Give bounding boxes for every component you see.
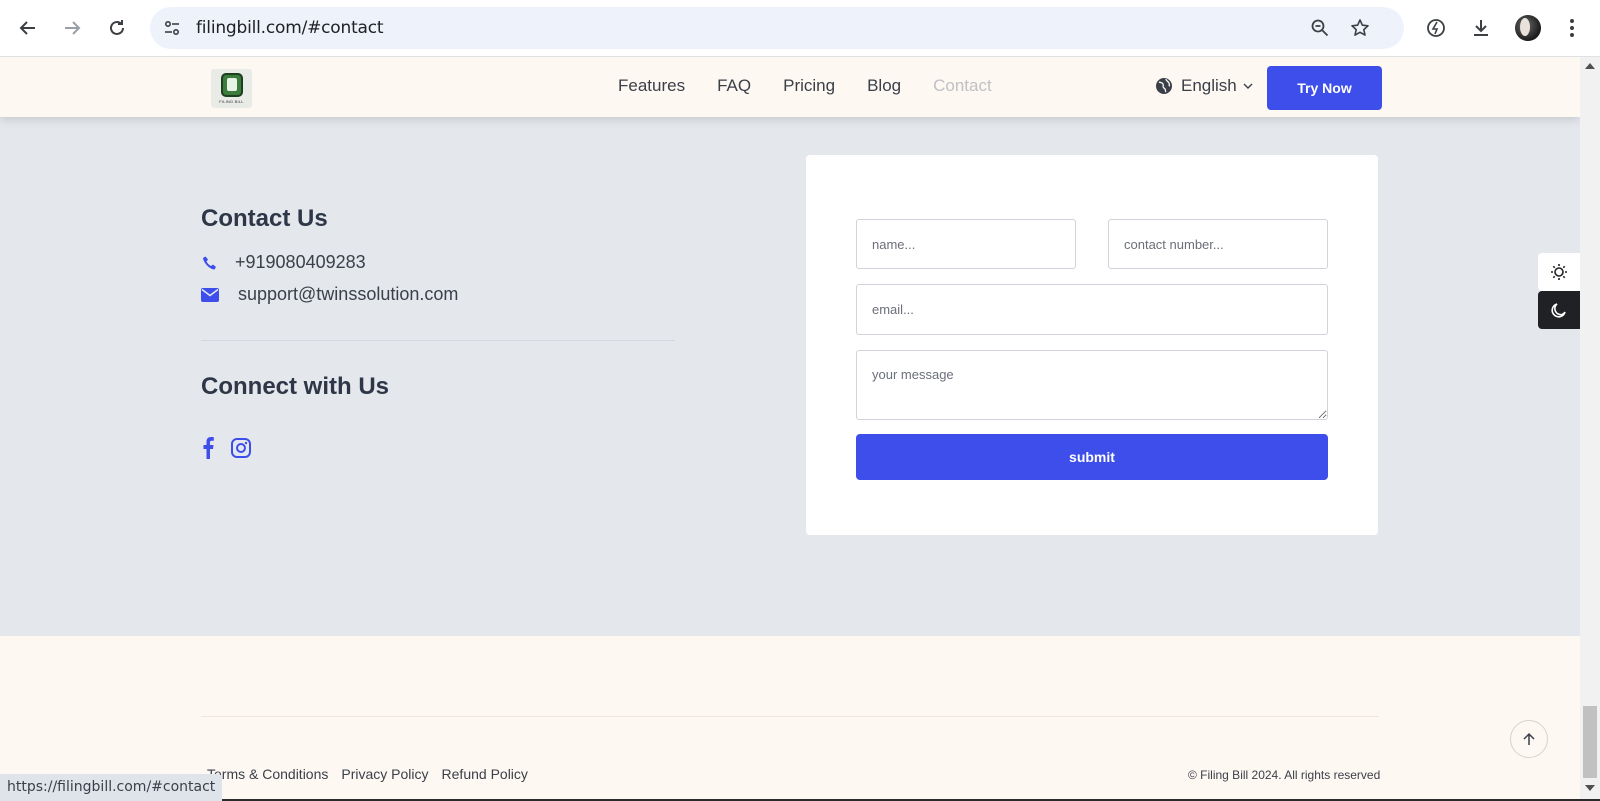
submit-button[interactable]: submit — [856, 434, 1328, 480]
message-textarea[interactable] — [856, 350, 1328, 420]
logo-mark — [220, 73, 243, 97]
language-selector[interactable]: English — [1155, 76, 1253, 96]
footer-links: Terms & Conditions Privacy Policy Refund… — [207, 766, 541, 782]
terms-link[interactable]: Terms & Conditions — [207, 766, 328, 782]
performance-icon[interactable] — [1422, 14, 1450, 42]
bookmark-star-icon[interactable] — [1348, 16, 1372, 40]
download-icon[interactable] — [1467, 14, 1495, 42]
site-footer: Terms & Conditions Privacy Policy Refund… — [0, 636, 1580, 801]
back-button[interactable] — [12, 12, 44, 44]
section-divider — [201, 340, 675, 341]
address-url[interactable]: filingbill.com/#contact — [196, 18, 384, 38]
forward-button[interactable] — [56, 12, 88, 44]
page-viewport: FILING BILL Features FAQ Pricing Blog Co… — [0, 57, 1580, 801]
email-address[interactable]: support@twinssolution.com — [238, 284, 458, 305]
copyright-text: © Filing Bill 2024. All rights reserved — [1188, 768, 1381, 782]
scroll-thumb[interactable] — [1583, 706, 1597, 778]
contact-title: Contact Us — [201, 205, 328, 232]
email-row: support@twinssolution.com — [201, 284, 458, 305]
site-logo[interactable]: FILING BILL — [211, 69, 252, 108]
contact-number-input[interactable] — [1108, 219, 1328, 269]
facebook-icon[interactable] — [197, 437, 219, 459]
dark-mode-button[interactable] — [1538, 291, 1580, 329]
refund-link[interactable]: Refund Policy — [442, 766, 528, 782]
nav-pricing[interactable]: Pricing — [783, 76, 835, 96]
nav-contact[interactable]: Contact — [933, 76, 992, 96]
instagram-icon[interactable] — [230, 437, 252, 459]
arrow-up-icon — [1523, 732, 1535, 745]
connect-title: Connect with Us — [201, 373, 390, 400]
page-scrollbar[interactable] — [1580, 57, 1600, 801]
zoom-icon[interactable] — [1308, 16, 1332, 40]
phone-icon — [201, 254, 219, 272]
browser-toolbar: filingbill.com/#contact — [0, 0, 1600, 57]
arrow-right-icon — [65, 21, 81, 35]
light-mode-button[interactable] — [1538, 253, 1580, 291]
scroll-to-top-button[interactable] — [1510, 720, 1548, 758]
phone-number[interactable]: +919080409283 — [235, 252, 366, 273]
reload-icon — [110, 20, 124, 35]
footer-divider — [201, 716, 1379, 717]
site-header: FILING BILL Features FAQ Pricing Blog Co… — [0, 57, 1580, 117]
email-input[interactable] — [856, 284, 1328, 335]
site-settings-icon[interactable] — [160, 16, 184, 40]
envelope-icon — [201, 286, 219, 304]
scroll-down-arrow-icon[interactable] — [1585, 785, 1595, 791]
address-bar[interactable]: filingbill.com/#contact — [150, 7, 1404, 49]
globe-icon — [1156, 78, 1172, 94]
scroll-up-arrow-icon[interactable] — [1585, 63, 1595, 69]
sun-icon — [1551, 264, 1567, 280]
privacy-link[interactable]: Privacy Policy — [341, 766, 428, 782]
nav-features[interactable]: Features — [618, 76, 685, 96]
logo-text: FILING BILL — [219, 99, 244, 104]
try-now-button[interactable]: Try Now — [1267, 66, 1382, 110]
reload-button[interactable] — [101, 12, 133, 44]
arrow-left-icon — [19, 21, 35, 35]
contact-form-card: submit — [806, 155, 1378, 535]
more-menu-icon[interactable] — [1558, 14, 1586, 42]
profile-avatar[interactable] — [1515, 15, 1541, 41]
link-status-bar: https://filingbill.com/#contact — [0, 774, 223, 801]
nav-blog[interactable]: Blog — [867, 76, 901, 96]
chevron-down-icon — [1243, 83, 1253, 89]
moon-icon — [1551, 303, 1566, 318]
nav-faq[interactable]: FAQ — [717, 76, 751, 96]
name-input[interactable] — [856, 219, 1076, 269]
language-label: English — [1181, 76, 1237, 95]
main-nav: Features FAQ Pricing Blog Contact — [618, 76, 1024, 96]
phone-row: +919080409283 — [201, 252, 366, 273]
